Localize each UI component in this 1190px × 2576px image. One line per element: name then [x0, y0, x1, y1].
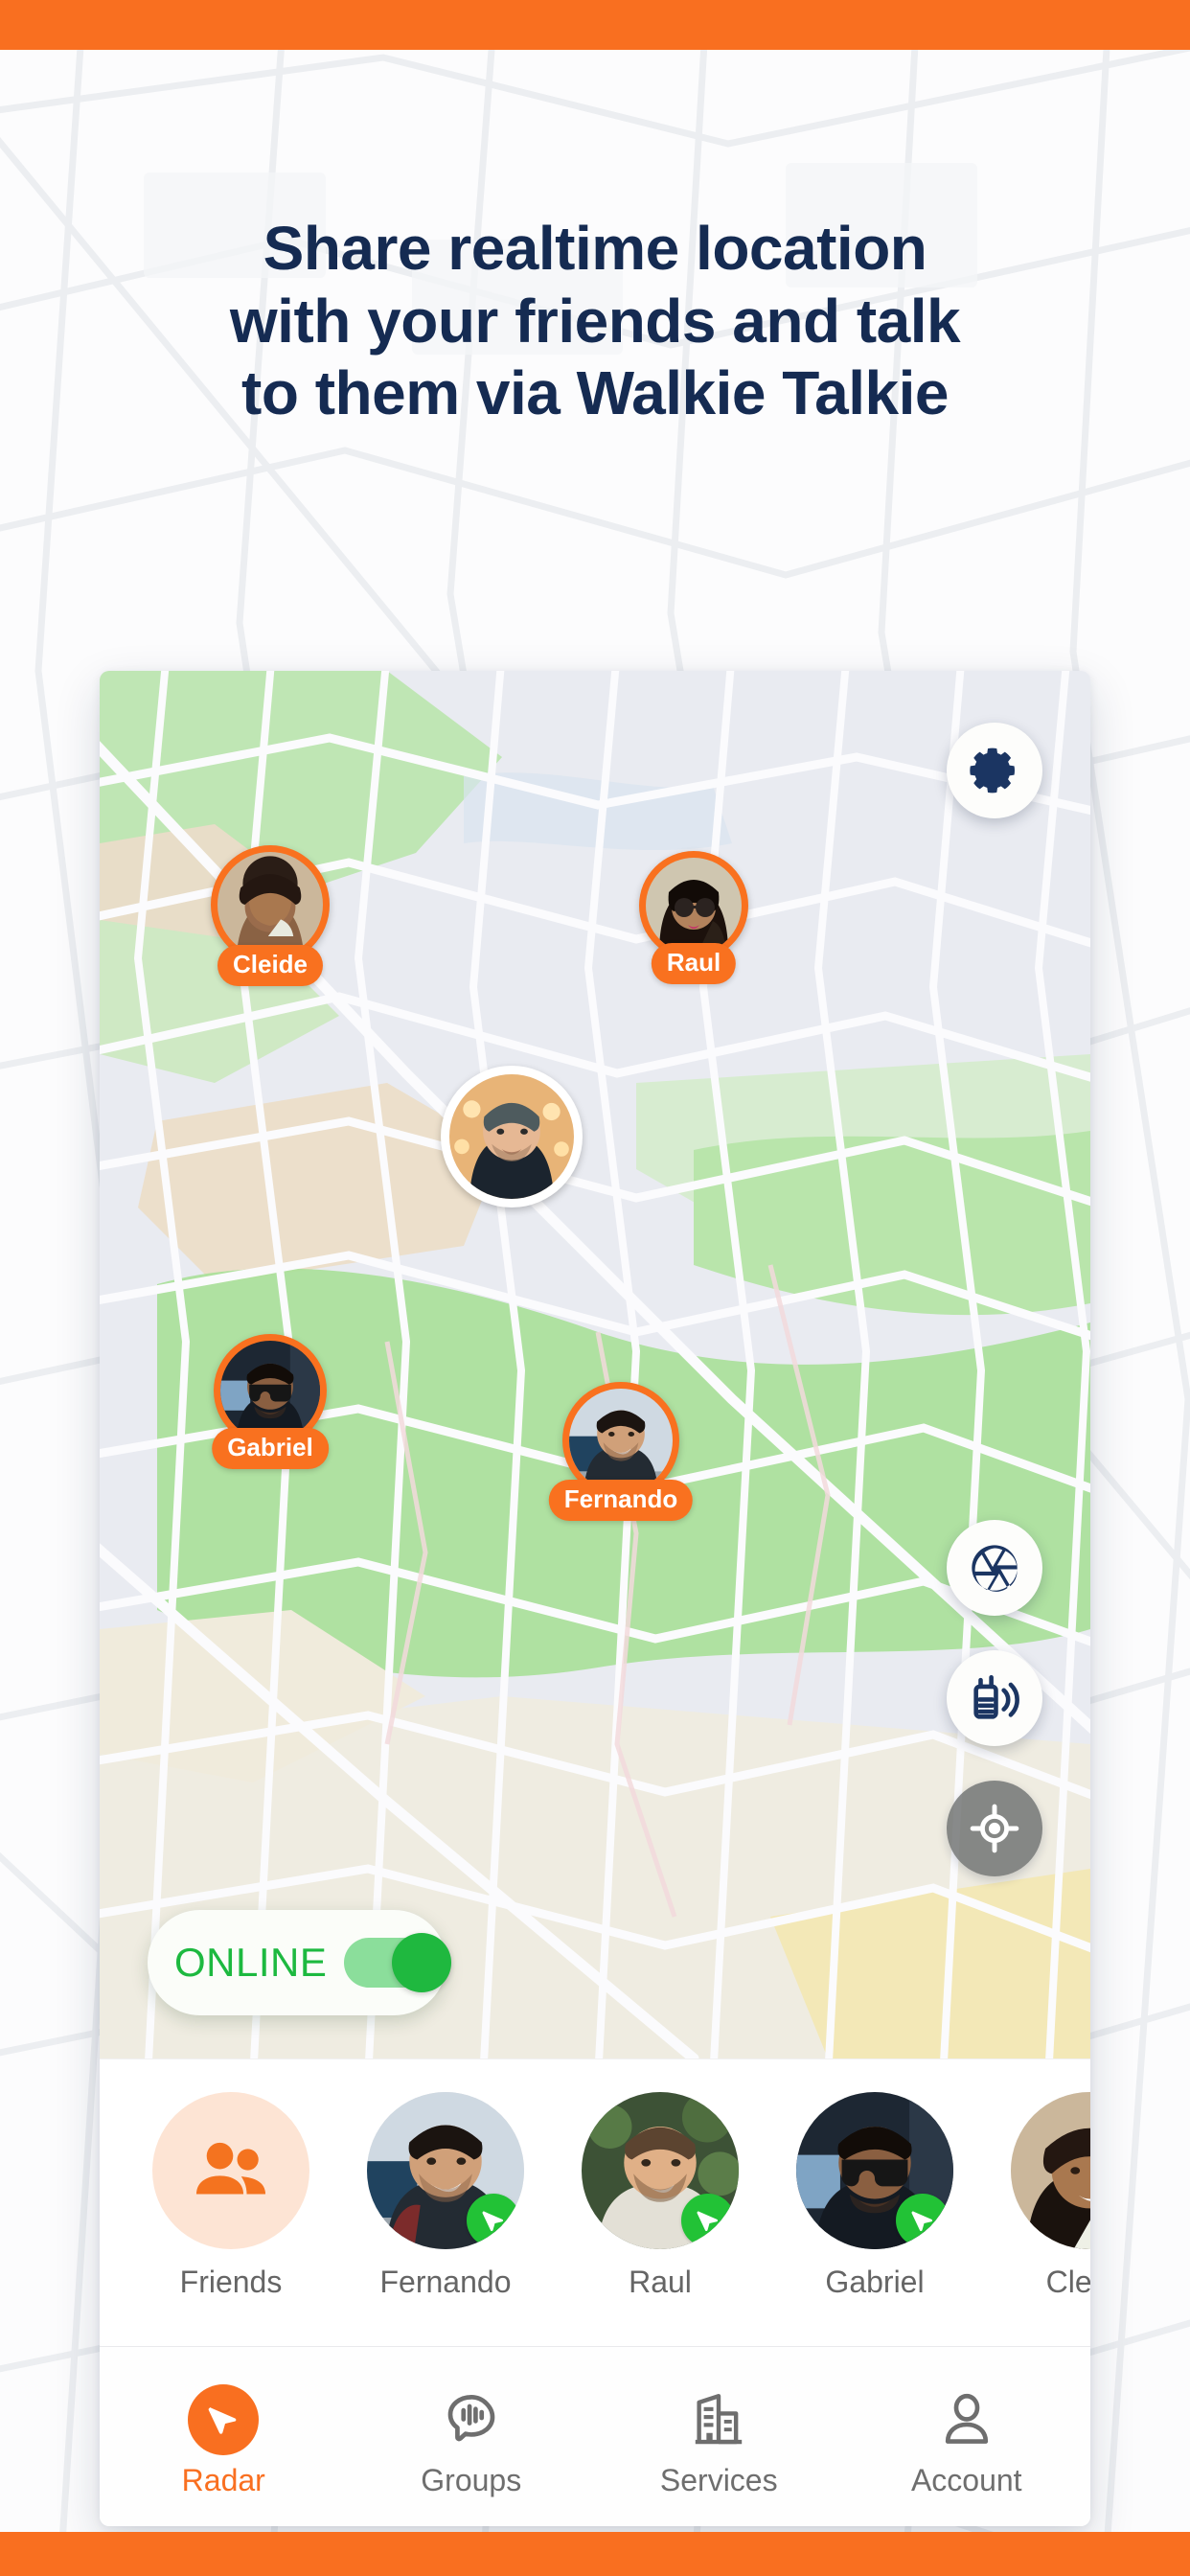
walkie-talkie-icon [973, 1674, 1019, 1719]
locate-me-button[interactable] [947, 1781, 1042, 1876]
navigation-arrow-icon [482, 2211, 504, 2232]
nav-label: Radar [181, 2463, 265, 2497]
voice-bubble-icon [447, 2395, 495, 2442]
avatar [220, 1341, 320, 1440]
nav-item-services[interactable]: Services [595, 2384, 843, 2498]
nav-item-radar[interactable]: Radar [100, 2384, 348, 2498]
pin-label: Cleide [217, 945, 324, 986]
friends-strip-label: Raul [629, 2265, 692, 2299]
page-title: Share realtime location with your friend… [0, 213, 1190, 430]
avatar [569, 1389, 673, 1492]
nav-icon-wrap [100, 2384, 348, 2455]
friends-strip-item-cleide[interactable]: Cleide [1004, 2092, 1090, 2300]
map-settings-button[interactable] [947, 723, 1042, 818]
radar-active-circle [188, 2384, 260, 2455]
headline-line-1: Share realtime location [263, 214, 927, 283]
nav-label: Services [659, 2463, 778, 2497]
switch-knob [392, 1933, 452, 1992]
online-switch[interactable] [344, 1933, 452, 1992]
person-icon [945, 2393, 988, 2444]
map-view[interactable]: Cleide Raul Gabriel Fernando ONLINE [100, 671, 1090, 2058]
avatar [367, 2092, 524, 2249]
bottom-navigation[interactable]: Radar Groups Services Account [100, 2346, 1090, 2526]
friends-strip-label: Fernando [379, 2265, 512, 2299]
buildings-icon [696, 2394, 743, 2445]
headline-line-3: to them via Walkie Talkie [241, 358, 949, 428]
online-badge [896, 2194, 950, 2247]
nav-label: Groups [421, 2463, 522, 2497]
friends-strip-label: Gabriel [825, 2265, 925, 2299]
friends-strip-item-raul[interactable]: Raul [575, 2092, 745, 2300]
navigation-arrow-icon [911, 2211, 933, 2232]
avatar [582, 2092, 739, 2249]
nav-item-account[interactable]: Account [843, 2384, 1091, 2498]
pin-label: Gabriel [212, 1428, 329, 1469]
friends-strip-item-friends[interactable]: Friends [146, 2092, 316, 2300]
gear-icon [970, 748, 1015, 794]
nav-label: Account [910, 2463, 1022, 2497]
crosshair-locate-icon [970, 1804, 1019, 1853]
friends-strip-label: Cleide [1045, 2265, 1090, 2299]
nav-item-groups[interactable]: Groups [348, 2384, 596, 2498]
navigation-arrow-icon [697, 2211, 719, 2232]
nav-icon-wrap [348, 2384, 596, 2455]
phone-screenshot-card: Cleide Raul Gabriel Fernando ONLINE Frie… [100, 671, 1090, 2526]
avatar [449, 1074, 574, 1199]
online-badge [681, 2194, 735, 2247]
nav-icon-wrap [843, 2384, 1091, 2455]
avatar [796, 2092, 953, 2249]
bottom-brand-bar [0, 2532, 1190, 2576]
pin-label: Fernando [548, 1480, 694, 1521]
navigation-arrow-icon [208, 2407, 237, 2434]
friends-strip-item-gabriel[interactable]: Gabriel [790, 2092, 960, 2300]
friends-strip-item-fernando[interactable]: Fernando [360, 2092, 531, 2300]
people-group-avatar [152, 2092, 309, 2249]
camera-button[interactable] [947, 1520, 1042, 1616]
pin-avatar-ring [441, 1066, 583, 1208]
avatar [217, 852, 323, 957]
friends-strip-label: Friends [179, 2265, 283, 2299]
pin-label: Raul [651, 943, 737, 984]
top-brand-bar [0, 0, 1190, 50]
walkie-talkie-button[interactable] [947, 1650, 1042, 1746]
people-group-icon [195, 2142, 266, 2195]
online-status-label: ONLINE [174, 1940, 328, 1985]
avatar [646, 858, 742, 954]
online-badge [467, 2194, 520, 2247]
avatar [1011, 2092, 1090, 2249]
friends-strip[interactable]: Friends Fernando Raul Gabriel Cle [100, 2058, 1090, 2346]
online-status-toggle[interactable]: ONLINE [148, 1910, 452, 2015]
aperture-icon [972, 1545, 1018, 1592]
promo-screenshot-page: Share realtime location with your friend… [0, 0, 1190, 2576]
nav-icon-wrap [595, 2384, 843, 2455]
headline-line-2: with your friends and talk [229, 286, 961, 356]
